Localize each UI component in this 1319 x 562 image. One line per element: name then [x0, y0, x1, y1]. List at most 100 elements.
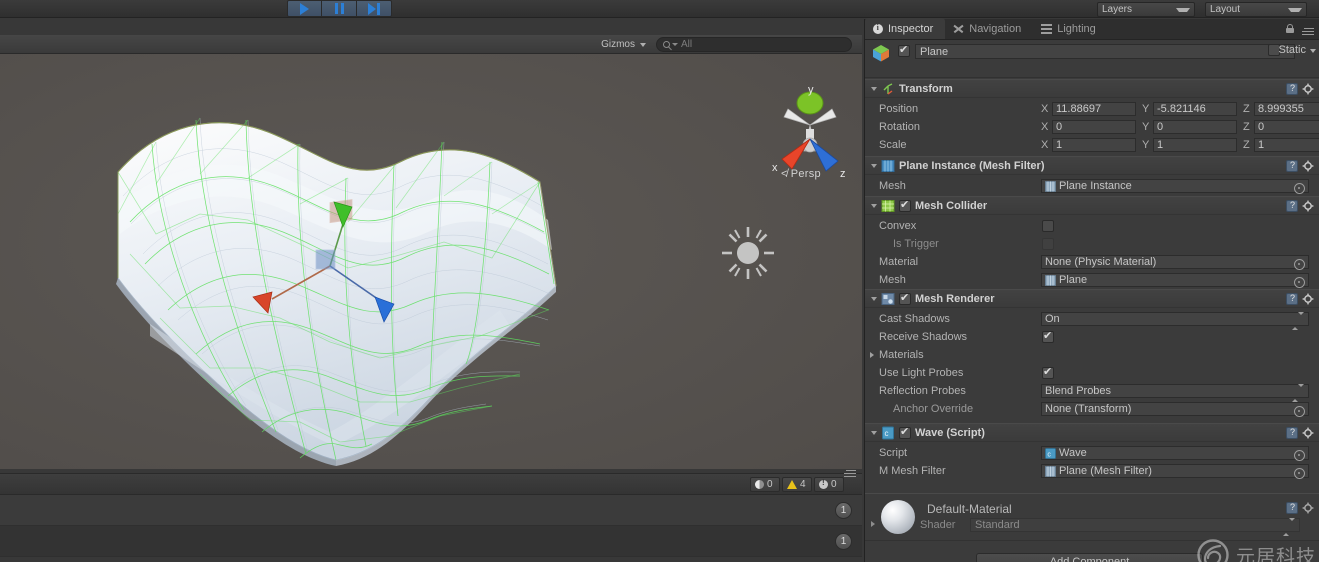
position-y[interactable]: Y -5.821146	[1142, 102, 1237, 116]
lock-icon[interactable]	[1286, 24, 1294, 34]
is-trigger-checkbox[interactable]	[1042, 238, 1054, 250]
wave-script-header[interactable]: c Wave (Script)	[865, 423, 1319, 442]
gear-icon[interactable]	[1302, 293, 1315, 306]
rotation-x[interactable]: X 0	[1041, 120, 1136, 134]
transform-icon	[883, 82, 893, 95]
mesh-object-field[interactable]: Plane Instance	[1041, 179, 1309, 194]
step-button[interactable]	[357, 0, 392, 17]
gear-icon[interactable]	[1302, 200, 1315, 213]
object-picker-icon[interactable]	[1294, 277, 1305, 288]
reflection-probes-dropdown[interactable]: Blend Probes	[1041, 384, 1309, 402]
position-z-value[interactable]: 8.999355	[1254, 102, 1319, 116]
position-x[interactable]: X 11.88697	[1041, 102, 1136, 116]
m-mesh-filter-field[interactable]: Plane (Mesh Filter)	[1041, 464, 1309, 479]
gameobject-name-input[interactable]: Plane	[915, 44, 1295, 59]
use-light-probes-checkbox[interactable]	[1042, 365, 1054, 379]
scale-y-value[interactable]: 1	[1153, 138, 1237, 152]
info-count[interactable]: 0	[750, 477, 780, 492]
tab-inspector[interactable]: Inspector	[865, 18, 946, 39]
play-button[interactable]	[287, 0, 322, 17]
inspector-menu-icon[interactable]	[1300, 26, 1314, 35]
position-y-value[interactable]: -5.821146	[1153, 102, 1237, 116]
cast-shadows-dropdown[interactable]: On	[1041, 312, 1309, 330]
tab-navigation[interactable]: Navigation	[945, 18, 1033, 39]
transform-header[interactable]: Transform	[865, 79, 1319, 98]
help-icon[interactable]	[1286, 293, 1298, 305]
help-icon[interactable]	[1286, 83, 1298, 95]
script-icon: c	[882, 426, 894, 439]
foldout-icon[interactable]	[871, 521, 875, 527]
rotation-z-value[interactable]: 0	[1254, 120, 1319, 134]
help-icon[interactable]	[1286, 160, 1298, 172]
layout-dropdown[interactable]: Layout	[1205, 2, 1307, 17]
foldout-icon[interactable]	[871, 203, 877, 208]
warning-count[interactable]: 4	[782, 477, 812, 492]
console-log-row[interactable]: 1	[0, 526, 862, 557]
gear-icon[interactable]	[1302, 83, 1315, 96]
scale-z-value[interactable]: 1	[1254, 138, 1319, 152]
add-component-button[interactable]: Add Component	[976, 553, 1203, 562]
mesh-filter-icon	[881, 159, 895, 172]
help-icon[interactable]	[1286, 427, 1298, 439]
mesh-renderer-header[interactable]: Mesh Renderer	[865, 289, 1319, 308]
foldout-icon[interactable]	[871, 296, 877, 301]
scale-x-value[interactable]: 1	[1052, 138, 1136, 152]
scene-orientation-gizmo[interactable]: y x z	[762, 81, 858, 216]
rotation-z[interactable]: Z 0	[1243, 120, 1319, 134]
pause-button[interactable]	[322, 0, 357, 17]
help-icon[interactable]	[1286, 200, 1298, 212]
mesh-renderer-enabled-checkbox[interactable]	[899, 291, 911, 305]
help-icon[interactable]	[1286, 502, 1298, 514]
script-value: Wave	[1059, 447, 1087, 459]
object-picker-icon[interactable]	[1294, 450, 1305, 461]
convex-checkbox[interactable]	[1042, 220, 1054, 232]
foldout-icon[interactable]	[871, 86, 877, 91]
wave-script-enabled-checkbox[interactable]	[899, 425, 911, 439]
gear-icon[interactable]	[1302, 427, 1315, 440]
chevron-down-icon[interactable]	[1310, 49, 1316, 53]
receive-shadows-checkbox[interactable]	[1042, 329, 1054, 343]
scene-viewport[interactable]: y x z ≮ Persp	[0, 54, 862, 469]
rotation-y[interactable]: Y 0	[1142, 120, 1237, 134]
gear-icon[interactable]	[1302, 502, 1315, 515]
updown-arrows-icon	[1283, 518, 1295, 536]
gear-icon[interactable]	[1302, 160, 1315, 173]
lock-persp-icon: ≮	[781, 168, 788, 180]
object-picker-icon[interactable]	[1294, 468, 1305, 479]
scale-x[interactable]: X 1	[1041, 138, 1136, 152]
console-menu-icon[interactable]	[842, 468, 856, 478]
component-mesh-collider: Mesh Collider Convex Is Trigger	[865, 196, 1319, 291]
collider-mesh-field[interactable]: Plane	[1041, 273, 1309, 288]
layers-dropdown[interactable]: Layers	[1097, 2, 1195, 17]
position-z[interactable]: Z 8.999355	[1243, 102, 1319, 116]
foldout-icon[interactable]	[870, 352, 874, 358]
mesh-filter-header[interactable]: Plane Instance (Mesh Filter)	[865, 156, 1319, 175]
gizmos-dropdown[interactable]: Gizmos	[601, 37, 646, 52]
mesh-collider-header[interactable]: Mesh Collider	[865, 196, 1319, 215]
object-picker-icon[interactable]	[1294, 259, 1305, 270]
m-mesh-filter-row: M Mesh Filter Plane (Mesh Filter)	[865, 462, 1319, 480]
scale-z[interactable]: Z 1	[1243, 138, 1319, 152]
materials-row[interactable]: Materials	[865, 346, 1319, 364]
script-object-field[interactable]: c Wave	[1041, 446, 1309, 461]
object-picker-icon[interactable]	[1294, 183, 1305, 194]
object-picker-icon[interactable]	[1294, 406, 1305, 417]
rotation-x-value[interactable]: 0	[1052, 120, 1136, 134]
projection-mode-label[interactable]: ≮ Persp	[781, 168, 821, 180]
rotation-y-value[interactable]: 0	[1153, 120, 1237, 134]
scene-search-input[interactable]: All	[656, 37, 852, 52]
shader-dropdown[interactable]: Standard	[970, 518, 1300, 536]
foldout-icon[interactable]	[871, 163, 877, 168]
collider-material-field[interactable]: None (Physic Material)	[1041, 255, 1309, 270]
foldout-icon[interactable]	[871, 430, 877, 435]
mesh-collider-enabled-checkbox[interactable]	[899, 198, 911, 212]
scale-y[interactable]: Y 1	[1142, 138, 1237, 152]
updown-arrows-icon	[1292, 384, 1304, 402]
position-x-value[interactable]: 11.88697	[1052, 102, 1136, 116]
console-log-row[interactable]: 1	[0, 495, 862, 526]
error-count[interactable]: 0	[814, 477, 844, 492]
gameobject-enabled-checkbox[interactable]	[898, 43, 910, 57]
anchor-override-field[interactable]: None (Transform)	[1041, 402, 1309, 417]
chevron-down-icon	[672, 43, 678, 46]
tab-lighting[interactable]: Lighting	[1033, 18, 1108, 39]
